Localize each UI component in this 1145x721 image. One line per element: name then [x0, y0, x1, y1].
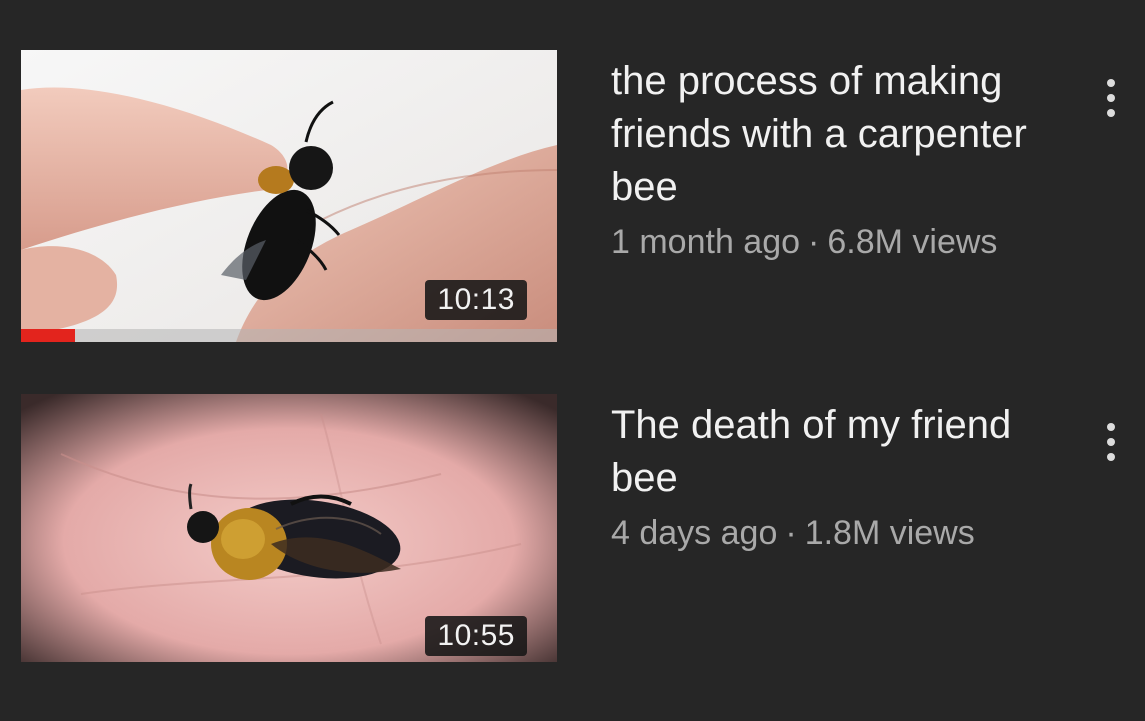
video-age: 1 month ago — [611, 223, 801, 261]
video-metadata: the process of making friends with a car… — [611, 55, 1081, 264]
video-metadata: The death of my friend bee 4 days ago · 1.… — [611, 399, 1081, 555]
video-stats: 1 month ago · 6.8M views — [611, 220, 1081, 264]
video-thumbnail[interactable]: 10:13 — [21, 50, 557, 342]
menu-dot — [1107, 109, 1115, 117]
video-age: 4 days ago — [611, 514, 778, 552]
meta-separator: · — [785, 514, 797, 552]
menu-dot — [1107, 79, 1115, 87]
video-thumbnail[interactable]: 10:55 — [21, 394, 557, 662]
video-item[interactable]: 10:13 the process of making friends with… — [0, 50, 1145, 345]
menu-dot — [1107, 94, 1115, 102]
menu-dot — [1107, 423, 1115, 431]
video-item[interactable]: 10:55 The death of my friend bee 4 days … — [0, 394, 1145, 664]
view-count: 1.8M views — [804, 514, 975, 552]
video-duration: 10:55 — [425, 616, 527, 656]
video-title[interactable]: The death of my friend bee — [611, 399, 1081, 505]
menu-dot — [1107, 438, 1115, 446]
video-duration: 10:13 — [425, 280, 527, 320]
video-title[interactable]: the process of making friends with a car… — [611, 55, 1081, 214]
view-count: 6.8M views — [827, 223, 998, 261]
meta-separator: · — [808, 223, 820, 261]
more-vert-icon[interactable] — [1096, 70, 1126, 126]
watch-progress-fill — [21, 329, 75, 342]
watch-progress-bar — [21, 329, 557, 342]
menu-dot — [1107, 453, 1115, 461]
more-vert-icon[interactable] — [1096, 414, 1126, 470]
video-stats: 4 days ago · 1.8M views — [611, 511, 1081, 555]
